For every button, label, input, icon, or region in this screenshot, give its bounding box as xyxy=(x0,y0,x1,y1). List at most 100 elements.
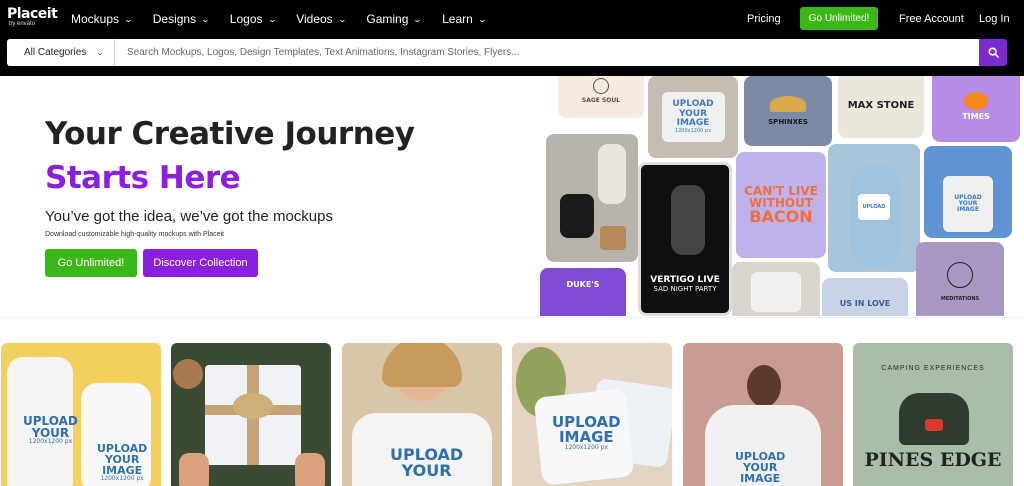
mosaic-tile-us-in-love[interactable]: US IN LOVE xyxy=(822,278,908,316)
menu-label: Designs xyxy=(152,12,197,26)
section-divider xyxy=(0,317,1024,318)
menu-item-videos[interactable]: Videos ⌄ xyxy=(296,12,347,26)
camping-text: CAMPING EXPERIENCES xyxy=(881,365,985,372)
chevron-down-icon: ⌄ xyxy=(267,14,277,24)
tshirt-print-1: UPLOAD YOUR 1200x1200 px xyxy=(23,415,78,445)
tile-label: MEDITATIONS xyxy=(940,296,980,302)
free-account-link[interactable]: Free Account xyxy=(899,13,964,25)
menu-label: Videos xyxy=(296,12,333,26)
search-icon xyxy=(987,47,999,58)
tshirt-mockup: UPLOAD YOUR IMAGE 1200x1200 px xyxy=(661,92,725,142)
woman-figure xyxy=(598,144,626,204)
boots xyxy=(600,226,626,250)
mosaic-tile-sage-soul[interactable]: SAGE SOUL xyxy=(558,76,644,118)
menu-item-gaming[interactable]: Gaming ⌄ xyxy=(366,12,423,26)
mosaic-tile-woman-dog[interactable] xyxy=(546,134,638,262)
product-card-hoodie[interactable]: UPLOAD YOUR IMAGE xyxy=(683,343,843,486)
pillow-print: UPLOAD IMAGE 1200x1200 px xyxy=(552,415,621,451)
pricing-link[interactable]: Pricing xyxy=(747,13,781,25)
cat-icon xyxy=(964,91,988,110)
chevron-down-icon: ⌄ xyxy=(337,14,347,24)
your-text: YOUR xyxy=(401,461,452,480)
menu-item-mockups[interactable]: Mockups ⌄ xyxy=(71,12,133,26)
hero-title-line1: Your Creative Journey xyxy=(45,116,415,152)
menu-label: Learn xyxy=(442,12,473,26)
logo-text: Placeit xyxy=(7,6,58,22)
hand-right xyxy=(295,453,325,486)
pines-edge-text: PINES EDGE xyxy=(864,449,1002,471)
tile-label: DUKE'S xyxy=(566,280,600,289)
product-card-couple-tshirts[interactable]: UPLOAD YOUR 1200x1200 px UPLOAD YOUR IMA… xyxy=(1,343,161,486)
tile-label: US IN LOVE xyxy=(839,298,891,308)
hands-icon xyxy=(947,262,973,288)
man-head xyxy=(747,365,781,407)
tshirt-print-2: UPLOAD YOUR IMAGE 1200x1200 px xyxy=(97,443,147,482)
mosaic-tile-dukes[interactable]: DUKE'S xyxy=(540,268,626,316)
chevron-down-icon: ⌄ xyxy=(96,49,105,57)
tshirt-print: UPLOAD YOUR xyxy=(390,447,463,479)
go-unlimited-nav-button[interactable]: Go Unlimited! xyxy=(800,7,878,30)
mosaic-tile-times[interactable]: TIMES xyxy=(932,76,1020,142)
tile-label: SPHINXES xyxy=(768,118,808,126)
hand-left xyxy=(179,453,209,486)
hero-mosaic: SAGE SOUL DUKE'S UPLOAD YOUR IMAGE 1200x… xyxy=(540,76,1024,316)
category-dropdown[interactable]: All Categories ⌄ xyxy=(7,39,115,66)
hair xyxy=(382,343,462,387)
sun-icon xyxy=(593,78,609,94)
mosaic-tile-tshirt-man[interactable]: UPLOAD YOUR IMAGE xyxy=(924,146,1012,238)
mosaic-tile-max-stone[interactable]: MAX STONE xyxy=(838,76,924,138)
product-card-pillows[interactable]: UPLOAD IMAGE 1200x1200 px xyxy=(512,343,672,486)
tile-sublabel: SAD NIGHT PARTY xyxy=(653,285,717,293)
tshirt-mockup: UPLOAD YOUR IMAGE xyxy=(943,176,993,232)
search-input[interactable] xyxy=(115,39,979,66)
chevron-down-icon: ⌄ xyxy=(477,14,487,24)
mosaic-tile-vertigo[interactable]: VERTIGO LIVE SAD NIGHT PARTY xyxy=(638,162,732,316)
menu-label: Gaming xyxy=(366,12,409,26)
mosaic-tile-meditations[interactable]: MEDITATIONS xyxy=(916,242,1004,316)
size-text: 1200x1200 px xyxy=(674,127,712,134)
menu-label: Logos xyxy=(229,12,263,26)
gift-bow xyxy=(233,393,273,419)
discover-collection-button[interactable]: Discover Collection xyxy=(143,249,258,277)
hero-subtitle: You’ve got the idea, we’ve got the mocku… xyxy=(45,208,333,225)
hero-title-line2: Starts Here xyxy=(45,160,241,196)
chevron-down-icon: ⌄ xyxy=(413,14,423,24)
tile-label-3: BACON xyxy=(749,207,813,226)
image-text: IMAGE xyxy=(740,472,781,485)
mosaic-tile-tshirt-1[interactable]: UPLOAD YOUR IMAGE 1200x1200 px xyxy=(648,76,738,158)
product-card-gift-wrap[interactable] xyxy=(171,343,331,486)
dog-figure xyxy=(560,194,594,238)
ornament xyxy=(173,359,203,389)
mosaic-tile-bacon[interactable]: CAN'T LIVE WITHOUT BACON xyxy=(736,152,826,258)
size-text: 1200x1200 px xyxy=(28,438,73,445)
mosaic-tile-sphinxes[interactable]: SPHINXES xyxy=(744,76,832,146)
image-text: IMAGE xyxy=(558,428,614,446)
search-bar: All Categories ⌄ xyxy=(0,38,1024,76)
login-link[interactable]: Log In xyxy=(979,13,1010,25)
placeit-logo[interactable]: Placeit by envato xyxy=(7,6,58,27)
top-nav: Placeit by envato Mockups ⌄ Designs ⌄ Logo… xyxy=(0,0,1024,38)
hero-description: Download customizable high-quality mocku… xyxy=(45,231,224,238)
size-text: 1200x1200 px xyxy=(100,475,144,482)
product-card-woman-tshirt[interactable]: UPLOAD YOUR xyxy=(342,343,502,486)
hoodie-print: UPLOAD YOUR IMAGE xyxy=(735,451,785,484)
product-card-pines-edge[interactable]: CAMPING EXPERIENCES PINES EDGE xyxy=(853,343,1013,486)
tile-label: VERTIGO LIVE xyxy=(650,275,720,285)
go-unlimited-button[interactable]: Go Unlimited! xyxy=(45,249,137,277)
menu-item-logos[interactable]: Logos ⌄ xyxy=(229,12,277,26)
menu-label: Mockups xyxy=(71,12,120,26)
mosaic-tile-couple[interactable] xyxy=(732,262,820,316)
category-label: All Categories xyxy=(24,47,87,58)
menu-item-learn[interactable]: Learn ⌄ xyxy=(442,12,487,26)
image-text: IMAGE xyxy=(957,206,979,214)
tile-label: MAX STONE xyxy=(847,99,915,111)
tile-label: TIMES xyxy=(962,111,990,121)
search-button[interactable] xyxy=(979,39,1007,66)
menu-item-designs[interactable]: Designs ⌄ xyxy=(152,12,210,26)
man-figure xyxy=(671,185,705,255)
moth-icon xyxy=(770,96,806,112)
tile-label: SAGE SOUL xyxy=(581,97,621,104)
couple-figure xyxy=(751,272,801,312)
mosaic-tile-mug[interactable]: UPLOAD xyxy=(828,144,920,272)
size-text: 1200x1200 px xyxy=(564,444,608,451)
